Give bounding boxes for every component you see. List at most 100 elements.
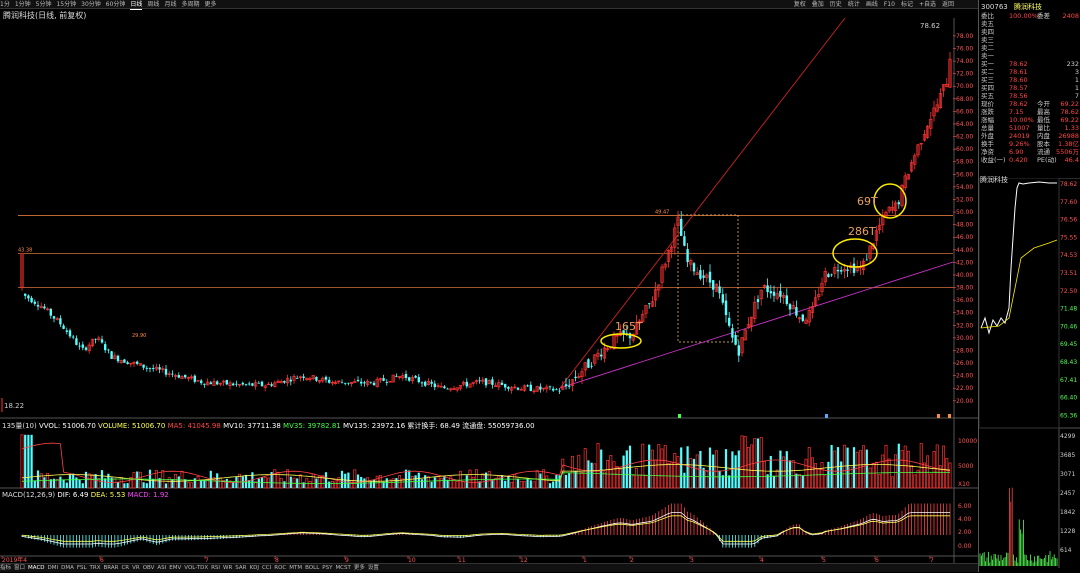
indicator-tab-9[interactable]: VR bbox=[132, 565, 140, 571]
candle-body-down bbox=[164, 368, 168, 375]
indicator-tab-23[interactable]: MCST bbox=[335, 565, 350, 571]
volume-bar bbox=[740, 435, 744, 489]
volume-indicator-line: 135量(10) VVOL: 51006.70 VOLUME: 51006.70… bbox=[2, 422, 535, 431]
candle-body-down bbox=[478, 380, 481, 382]
indicator-tab-21[interactable]: BOLL bbox=[305, 565, 319, 571]
indicator-tab-16[interactable]: SAR bbox=[235, 565, 246, 571]
indicator-tab-4[interactable]: DMA bbox=[61, 565, 74, 571]
indicator-value-2: MACD: 1.92 bbox=[127, 491, 169, 499]
indicator-tab-15[interactable]: WR bbox=[223, 565, 232, 571]
volume-bar bbox=[612, 461, 616, 489]
volume-bar bbox=[417, 472, 420, 488]
volume-bar bbox=[644, 474, 648, 489]
indicator-tab-25[interactable]: 设置 bbox=[368, 565, 379, 571]
indicator-tab-1[interactable]: 窗口 bbox=[14, 565, 25, 571]
volume-bar bbox=[807, 447, 811, 489]
candle-body-down bbox=[43, 306, 46, 309]
mini-axis-label: 67.41 bbox=[1060, 377, 1077, 384]
volume-bar bbox=[855, 451, 859, 489]
volume-bar bbox=[308, 481, 312, 489]
volume-bar bbox=[344, 473, 347, 488]
y-axis-label: 68.00 bbox=[956, 96, 973, 103]
y-axis-label: 56.00 bbox=[956, 171, 973, 178]
volume-bar bbox=[772, 475, 776, 488]
volume-bar bbox=[705, 470, 709, 489]
indicator-tab-8[interactable]: CR bbox=[121, 565, 129, 571]
volume-bar bbox=[874, 461, 878, 489]
indicator-tab-3[interactable]: DMI bbox=[48, 565, 59, 571]
volume-bar bbox=[97, 478, 101, 489]
candle-body-down bbox=[552, 388, 555, 391]
candle-body-down bbox=[769, 291, 772, 294]
volume-bar bbox=[750, 444, 754, 489]
candle-body-down bbox=[852, 263, 856, 273]
volume-bar bbox=[43, 477, 46, 488]
candle-body-down bbox=[251, 383, 254, 386]
volume-bar bbox=[78, 479, 81, 488]
indicator-tab-22[interactable]: PSY bbox=[322, 565, 332, 571]
volume-bar bbox=[814, 463, 818, 489]
volume-bar bbox=[634, 467, 638, 489]
volume-bar bbox=[62, 479, 65, 488]
kline-chart[interactable]: 78.00 76.00 74.00 72.00 70.00 68.00 66.00 64.00… bbox=[0, 0, 978, 563]
volume-bar bbox=[903, 445, 907, 489]
mini-chart-name: 腾润科技 bbox=[980, 176, 1008, 184]
candle-body-down bbox=[443, 386, 446, 389]
indicator-tab-17[interactable]: KDJ bbox=[249, 565, 258, 571]
volume-bar bbox=[452, 479, 456, 489]
indicator-tabs[interactable]: 指标 窗口 MACD DMI DMA FSL TRX BRAR CR VR OBV ASI EMV VOL… bbox=[0, 563, 1080, 572]
intraday-mini-chart[interactable]: 78.62 77.60 76.56 75.55 74.53 73.51 72.50 71.48… bbox=[979, 178, 1080, 568]
volume-bar bbox=[654, 459, 658, 489]
candle-body-down bbox=[465, 381, 468, 387]
indicator-value-3: MV10: 37711.38 bbox=[223, 422, 284, 430]
volume-bar bbox=[420, 479, 424, 488]
indicator-tab-24[interactable]: 更多 bbox=[354, 565, 365, 571]
y-axis-label: 74.00 bbox=[956, 58, 973, 65]
candle-body-down bbox=[433, 383, 436, 388]
indicator-tab-2[interactable]: MACD bbox=[28, 565, 45, 571]
volume-bar bbox=[823, 475, 827, 489]
volume-bar bbox=[30, 434, 33, 488]
indicator-tab-14[interactable]: RSI bbox=[211, 565, 220, 571]
volume-bar bbox=[324, 472, 328, 488]
indicator-tab-11[interactable]: ASI bbox=[157, 565, 166, 571]
stat-row-7: 收益(一) 0.420 PE(动) 46.4 bbox=[981, 156, 1079, 164]
volume-bar bbox=[526, 478, 529, 488]
indicator-tab-20[interactable]: MTM bbox=[289, 565, 302, 571]
volume-bar bbox=[650, 449, 654, 489]
volume-bar bbox=[94, 474, 97, 488]
indicator-tab-5[interactable]: FSL bbox=[77, 565, 87, 571]
candle-body-down bbox=[840, 270, 843, 272]
indicator-tab-0[interactable]: 指标 bbox=[0, 565, 11, 571]
volume-bar bbox=[673, 452, 677, 489]
volume-bar bbox=[759, 437, 763, 489]
candle-body-down bbox=[81, 344, 84, 348]
volume-bar bbox=[670, 462, 674, 489]
volume-bar bbox=[27, 434, 30, 488]
candle-body-down bbox=[734, 335, 737, 345]
volume-bar bbox=[820, 462, 824, 489]
volume-bar bbox=[801, 475, 804, 488]
volume-bar bbox=[426, 476, 430, 489]
candle-body-down bbox=[648, 303, 651, 305]
candle-body-down bbox=[795, 307, 798, 316]
indicator-tab-18[interactable]: CCI bbox=[262, 565, 271, 571]
indicator-tab-19[interactable]: ROC bbox=[274, 565, 286, 571]
indicator-tab-12[interactable]: EMV bbox=[169, 565, 181, 571]
candle-body-down bbox=[235, 383, 238, 385]
candle-body-down bbox=[324, 376, 328, 380]
candle-body-down bbox=[737, 345, 740, 356]
indicator-tab-6[interactable]: TRX bbox=[90, 565, 101, 571]
volume-bar bbox=[36, 470, 40, 488]
indicator-tab-13[interactable]: VOL-TDX bbox=[184, 565, 208, 571]
candle-body-down bbox=[683, 236, 686, 246]
volume-bar bbox=[782, 456, 786, 489]
candle-body-down bbox=[721, 294, 724, 303]
candle-body-down bbox=[827, 274, 830, 278]
candle-body-down bbox=[244, 384, 248, 386]
candle-body-down bbox=[104, 344, 107, 351]
y-axis-label: 46.00 bbox=[956, 234, 973, 241]
volume-bar bbox=[574, 470, 577, 488]
indicator-tab-7[interactable]: BRAR bbox=[103, 565, 118, 571]
indicator-tab-10[interactable]: OBV bbox=[143, 565, 155, 571]
